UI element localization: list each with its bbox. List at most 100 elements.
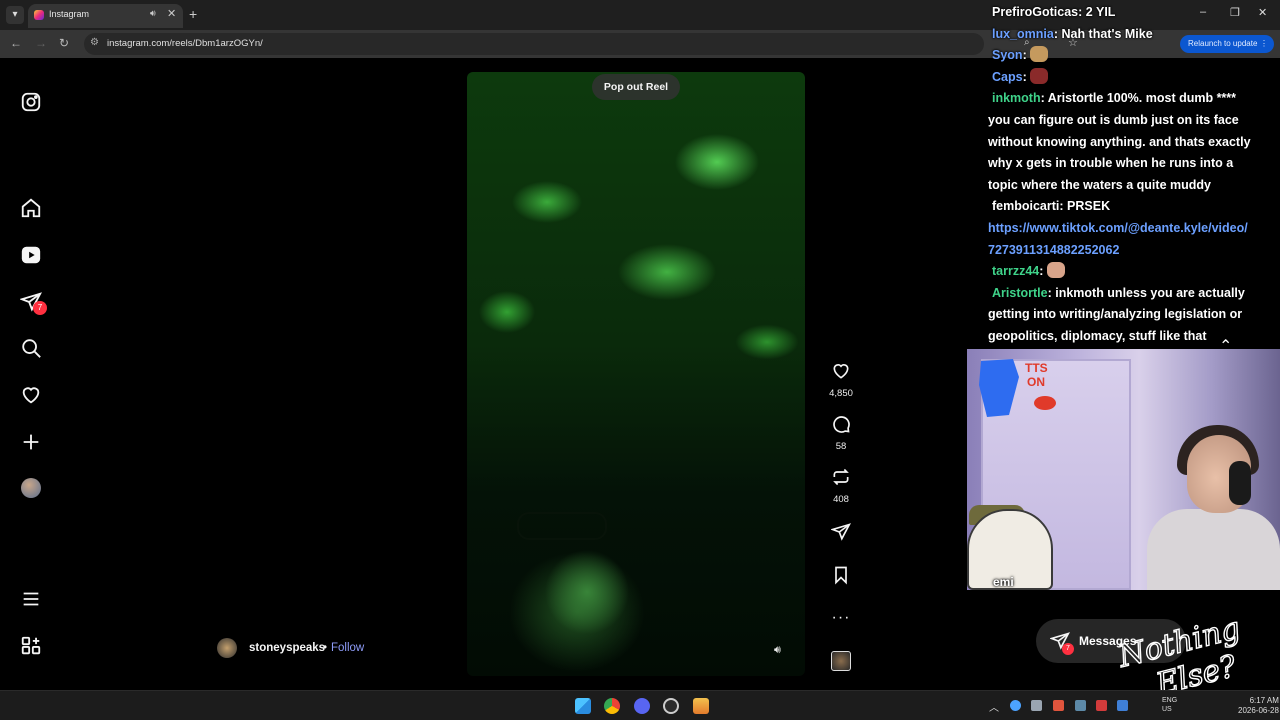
share-button[interactable] (826, 522, 856, 547)
chat-text: inkmoth unless you are actually (1055, 285, 1245, 300)
chat-username[interactable]: lux_omnia (992, 27, 1054, 41)
cat-emote-icon (1030, 46, 1049, 63)
volume-icon[interactable]: 🔊︎ (774, 644, 788, 658)
chat-message: inkmoth: Aristortle 100%. most dumb **** (992, 88, 1236, 109)
create-plus-icon[interactable] (20, 431, 44, 455)
tray-brave-icon[interactable] (1053, 700, 1064, 711)
windows-taskbar: ︿ ENG US 6:17 AM 2026-06-28 (0, 690, 1280, 720)
chat-username[interactable]: PrefiroGoticas (992, 5, 1078, 19)
save-button[interactable] (826, 565, 856, 590)
author-username[interactable]: stoneyspeaks (249, 642, 325, 654)
instagram-sidebar: 7 (0, 58, 64, 690)
tab-search-chevron-icon[interactable]: ▾ (6, 6, 24, 24)
restore-icon[interactable]: ❐ (1230, 6, 1240, 19)
tray-chevron-up-icon[interactable]: ︿ (989, 699, 999, 714)
comment-bubble-icon (833, 416, 850, 433)
tab-instagram[interactable]: Instagram 🔊︎ ✕ (28, 4, 183, 28)
window-close-icon[interactable]: ✕ (1258, 6, 1267, 19)
reels-icon[interactable] (20, 244, 44, 268)
region-code: US (1162, 706, 1172, 713)
chat-username[interactable]: Syon (992, 48, 1023, 62)
chat-text: you can figure out is dumb just on its f… (988, 113, 1239, 127)
share-paper-plane-icon (830, 523, 852, 541)
address-bar[interactable]: ⚙ instagram.com/reels/Dbm1arzOGYn/ ⌕ ☆ (84, 33, 1078, 55)
tray-app-icon[interactable] (1010, 700, 1021, 711)
url-text[interactable]: instagram.com/reels/Dbm1arzOGYn/ (107, 38, 263, 49)
clock-time: 6:17 AM (1249, 696, 1279, 705)
chat-text: Nah that's Mike (1061, 26, 1153, 41)
tray-app4-icon[interactable] (1117, 700, 1128, 711)
tts-label: TTS (1025, 361, 1048, 375)
chat-username[interactable]: tarrzz44 (992, 264, 1039, 278)
chat-message: without knowing anything. and thats exac… (988, 132, 1251, 153)
author-avatar[interactable] (217, 638, 237, 658)
streamer-webcam: TTS ON emi (967, 349, 1280, 590)
audio-track-thumbnail[interactable] (831, 651, 851, 671)
comment-count: 58 (835, 441, 847, 452)
chat-message: lux_omnia: Nah that's Mike (992, 24, 1153, 45)
chat-message: femboicarti: PRSEK (992, 196, 1110, 217)
pop-out-reel-button[interactable]: Pop out Reel (592, 74, 680, 100)
site-info-icon[interactable]: ⚙ (90, 37, 99, 48)
chat-separator: : (1022, 48, 1031, 63)
notifications-heart-icon[interactable] (20, 384, 44, 408)
also-from-meta-icon[interactable] (20, 635, 44, 659)
reel-video[interactable] (467, 72, 805, 676)
relaunch-label: Relaunch to update (1188, 39, 1258, 48)
chat-message: getting into writing/analyzing legislati… (988, 304, 1242, 325)
home-icon[interactable] (20, 197, 44, 221)
input-language[interactable]: ENG US (1162, 696, 1177, 714)
chat-username[interactable]: femboicarti (992, 199, 1059, 213)
system-clock[interactable]: 6:17 AM 2026-06-28 (1238, 696, 1279, 716)
chat-username[interactable]: Aristortle (992, 286, 1048, 300)
chat-message: Aristortle: inkmoth unless you are actua… (992, 283, 1245, 304)
chrome-icon[interactable] (604, 698, 620, 714)
chat-text: 7273911314882252062 (988, 242, 1120, 257)
tray-app3-icon[interactable] (1096, 700, 1107, 711)
back-arrow-icon[interactable]: ← (10, 36, 22, 50)
obs-icon[interactable] (663, 698, 679, 714)
tray-steam-icon[interactable] (1031, 700, 1042, 711)
tab-audio-icon[interactable]: 🔊︎ (150, 8, 156, 19)
chat-message: geopolitics, diplomacy, stuff like that (988, 326, 1207, 347)
chat-username[interactable]: inkmoth (992, 91, 1041, 105)
chat-message: Caps: (992, 67, 1049, 88)
tab-title: Instagram (49, 9, 90, 19)
file-explorer-icon[interactable] (693, 698, 709, 714)
search-icon[interactable] (20, 337, 44, 361)
chat-message: topic where the waters a quite muddy (988, 175, 1211, 196)
chat-separator: : (1022, 69, 1031, 84)
forward-arrow-icon[interactable]: → (35, 36, 47, 50)
language-code: ENG (1162, 697, 1178, 704)
menu-dots-icon[interactable]: ⋮ (1260, 35, 1268, 53)
chat-separator: : (1059, 199, 1068, 214)
windows-start-icon[interactable] (575, 698, 591, 714)
more-options-icon[interactable]: ··· (826, 609, 856, 627)
like-button[interactable]: 4,850 (826, 361, 856, 399)
tray-app2-icon[interactable] (1075, 700, 1086, 711)
tab-close-icon[interactable]: ✕ (167, 7, 176, 20)
new-tab-plus-icon[interactable]: + (189, 6, 197, 22)
mascot-name: emi (993, 575, 1014, 589)
relaunch-update-button[interactable]: Relaunch to update ⋮ (1180, 35, 1274, 53)
chat-text: why x gets in trouble when he runs into … (988, 156, 1234, 171)
instagram-logo-icon[interactable] (20, 91, 44, 115)
discord-icon[interactable] (634, 698, 650, 714)
chat-message: Syon: (992, 45, 1049, 66)
chat-text: without knowing anything. and thats exac… (988, 134, 1251, 149)
nothing-else-logo: Nothing Else? (1113, 612, 1244, 696)
more-menu-icon[interactable] (20, 588, 44, 612)
reload-icon[interactable]: ↻ (59, 36, 69, 50)
comment-button[interactable]: 58 (826, 414, 856, 452)
chevron-up-icon[interactable]: ⌃ (1219, 336, 1232, 356)
follow-button[interactable]: Follow (331, 642, 364, 654)
chat-separator: : (1078, 5, 1086, 19)
profile-avatar[interactable] (21, 478, 41, 498)
repost-button[interactable]: 408 (826, 467, 856, 505)
separator-dot: • (323, 642, 328, 654)
chat-username[interactable]: Caps (992, 70, 1023, 84)
chat-message: 7273911314882252062 (988, 240, 1119, 261)
chat-text: geopolitics, diplomacy, stuff like that (988, 329, 1207, 343)
minimize-icon[interactable]: – (1200, 6, 1206, 18)
instagram-favicon-icon (34, 10, 44, 20)
